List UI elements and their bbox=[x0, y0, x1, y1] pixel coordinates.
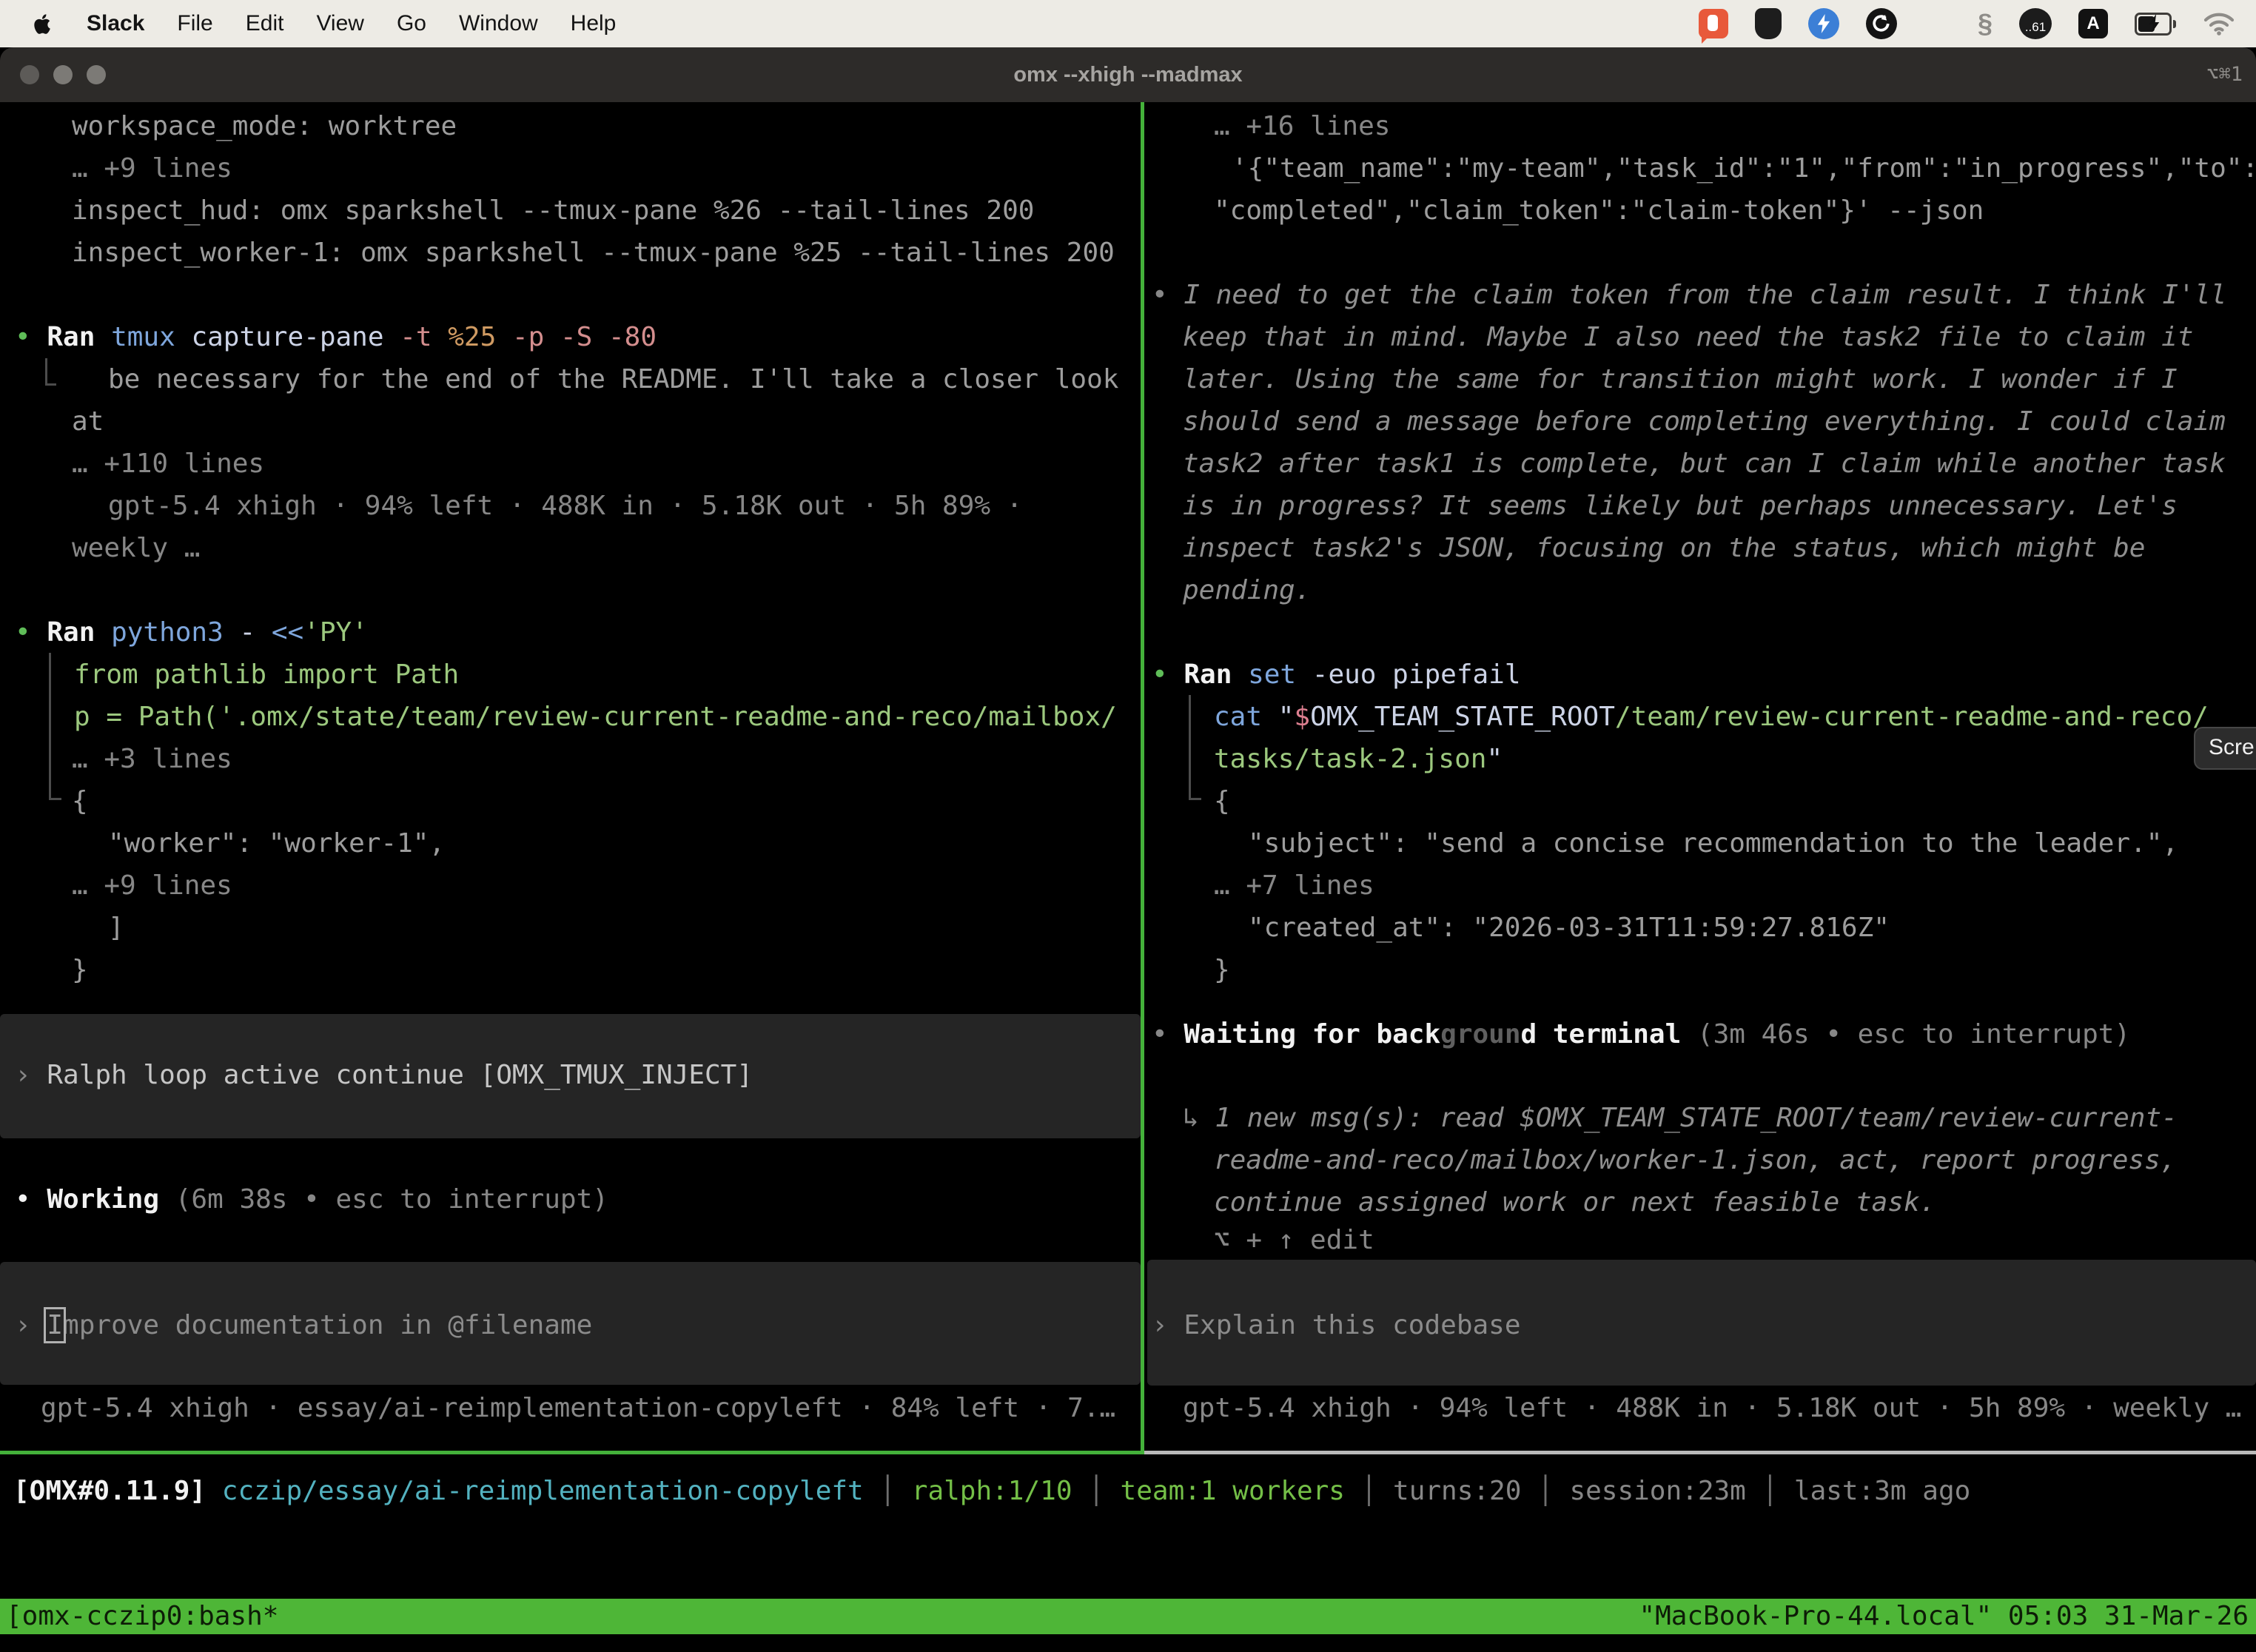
terminal-line: gpt-5.4 xhigh · 94% left · 488K in · 5.1… bbox=[108, 485, 1022, 527]
terminal-window: omx --xhigh --madmax ⌥⌘1 workspace_mode:… bbox=[0, 47, 2256, 1652]
loop-icon[interactable] bbox=[1866, 8, 1897, 39]
terminal-line: … +9 lines bbox=[72, 147, 232, 189]
menu-item-go[interactable]: Go bbox=[397, 11, 426, 36]
terminal-line: '{"team_name":"my-team","task_id":"1","f… bbox=[1232, 147, 2256, 189]
terminal-line: later. Using the same for transition mig… bbox=[1183, 358, 2178, 400]
terminal-line: • Waiting for background terminal (3m 46… bbox=[1152, 1013, 2130, 1055]
battery-icon[interactable] bbox=[2135, 13, 2176, 36]
terminal-line: • Ran python3 - <<'PY' bbox=[15, 611, 368, 654]
menu-item-file[interactable]: File bbox=[177, 11, 212, 36]
terminal-line: weekly … bbox=[72, 527, 200, 569]
terminal-line: inspect_hud: omx sparkshell --tmux-pane … bbox=[72, 189, 1034, 232]
terminal-line: readme-and-reco/mailbox/worker-1.json, a… bbox=[1214, 1139, 2176, 1181]
terminal-line: • Ran set -euo pipefail bbox=[1152, 654, 1521, 696]
terminal-line: should send a message before completing … bbox=[1183, 400, 2226, 443]
terminal-line: … +7 lines bbox=[1214, 864, 1374, 907]
terminal-line: keep that in mind. Maybe I also need the… bbox=[1183, 316, 2193, 358]
notification-badge-icon[interactable]: ..61 bbox=[2019, 8, 2052, 39]
menu-item-edit[interactable]: Edit bbox=[246, 11, 284, 36]
wifi-icon[interactable] bbox=[2203, 10, 2235, 37]
tmux-session-label: [omx-cczip0:bash* bbox=[0, 1599, 278, 1634]
apple-menu[interactable] bbox=[34, 12, 54, 36]
keyboard-layout-icon[interactable]: A bbox=[2078, 9, 2108, 38]
terminal-line: continue assigned work or next feasible … bbox=[1214, 1181, 1936, 1223]
terminal-line: inspect_worker-1: omx sparkshell --tmux-… bbox=[72, 232, 1115, 274]
terminal-line: pending. bbox=[1183, 569, 1311, 611]
terminal-line: task2 after task1 is complete, but can I… bbox=[1183, 443, 2226, 485]
terminal-line: › Explain this codebase bbox=[1152, 1304, 1521, 1346]
terminal-line: "subject": "send a concise recommendatio… bbox=[1248, 822, 2178, 864]
chat-icon[interactable] bbox=[1699, 9, 1728, 38]
screen: Slack File Edit View Go Window Help § ..61 A bbox=[0, 0, 2256, 1652]
dots-grid-icon[interactable] bbox=[1924, 10, 1951, 38]
terminal-line: ] bbox=[108, 907, 124, 949]
tmux-host-clock: "MacBook-Pro-44.local" 05:03 31-Mar-26 bbox=[1639, 1599, 2256, 1634]
terminal-line: ⌥ + ↑ edit bbox=[1214, 1219, 1374, 1261]
terminal-line: › Ralph loop active continue [OMX_TMUX_I… bbox=[15, 1054, 753, 1096]
terminal-line: gpt-5.4 xhigh · 94% left · 488K in · 5.1… bbox=[1183, 1387, 2241, 1429]
terminal-line: gpt-5.4 xhigh · essay/ai-reimplementatio… bbox=[41, 1387, 1115, 1429]
menu-item-view[interactable]: View bbox=[316, 11, 363, 36]
battery-tip bbox=[2173, 20, 2176, 28]
text-cursor: I bbox=[47, 1310, 63, 1340]
terminal-line: [OMX#0.11.9] cczip/essay/ai-reimplementa… bbox=[13, 1470, 1970, 1512]
terminal-line: ↳ 1 new msg(s): read $OMX_TEAM_STATE_ROO… bbox=[1183, 1097, 2178, 1139]
tmux-status-bar: [omx-cczip0:bash* "MacBook-Pro-44.local"… bbox=[0, 1599, 2256, 1634]
speedtest-icon[interactable] bbox=[1808, 8, 1839, 39]
menu-bar-left: Slack File Edit View Go Window Help bbox=[0, 11, 616, 36]
terminal-line: › Improve documentation in @filename bbox=[15, 1304, 592, 1346]
terminal-line: be necessary for the end of the README. … bbox=[108, 358, 1118, 400]
keyboard-layout-label: A bbox=[2087, 13, 2099, 34]
terminal-line: from pathlib import Path bbox=[74, 654, 459, 696]
terminal-line: } bbox=[72, 949, 88, 991]
terminal-line: is in progress? It seems likely but perh… bbox=[1183, 485, 2178, 527]
terminal-line: p = Path('.omx/state/team/review-current… bbox=[74, 696, 1117, 738]
terminal-line: … +110 lines bbox=[72, 443, 264, 485]
menu-items: File Edit View Go Window Help bbox=[177, 11, 616, 36]
menu-bar-status-icons: § ..61 A bbox=[1699, 8, 2256, 39]
shield-icon[interactable] bbox=[1755, 8, 1782, 39]
menu-bar: Slack File Edit View Go Window Help § ..61 A bbox=[0, 0, 2256, 47]
menu-item-window[interactable]: Window bbox=[459, 11, 538, 36]
terminal-line: "worker": "worker-1", bbox=[108, 822, 445, 864]
screen-tooltip: Scre bbox=[2194, 727, 2256, 770]
terminal-line: { bbox=[1214, 780, 1230, 822]
terminal-line: … +3 lines bbox=[72, 738, 232, 780]
terminal-line: { bbox=[72, 780, 88, 822]
terminal-line: • Working (6m 38s • esc to interrupt) bbox=[15, 1178, 608, 1220]
terminal-lines-layer: workspace_mode: worktree… +9 linesinspec… bbox=[0, 47, 2256, 1652]
terminal-line: tasks/task-2.json" bbox=[1214, 738, 1503, 780]
menu-item-help[interactable]: Help bbox=[571, 11, 617, 36]
terminal-line: inspect task2's JSON, focusing on the st… bbox=[1183, 527, 2145, 569]
terminal-line: "created_at": "2026-03-31T11:59:27.816Z" bbox=[1248, 907, 1890, 949]
terminal-line: } bbox=[1214, 949, 1230, 991]
battery-body bbox=[2135, 13, 2172, 36]
badge-count: ..61 bbox=[2025, 20, 2046, 35]
terminal-line: cat "$OMX_TEAM_STATE_ROOT/team/review-cu… bbox=[1214, 696, 2209, 738]
terminal-line: at bbox=[72, 400, 104, 443]
figure-icon[interactable]: § bbox=[1978, 8, 1993, 39]
terminal-line: "completed","claim_token":"claim-token"}… bbox=[1214, 189, 1984, 232]
chat-bubble bbox=[1708, 15, 1718, 31]
app-menu-slack[interactable]: Slack bbox=[87, 11, 144, 36]
terminal-line: workspace_mode: worktree bbox=[72, 105, 457, 147]
terminal-line: … +16 lines bbox=[1214, 105, 1390, 147]
terminal-line: … +9 lines bbox=[72, 864, 232, 907]
terminal-line: • I need to get the claim token from the… bbox=[1152, 274, 2226, 316]
terminal-line: • Ran tmux capture-pane -t %25 -p -S -80 bbox=[15, 316, 657, 358]
